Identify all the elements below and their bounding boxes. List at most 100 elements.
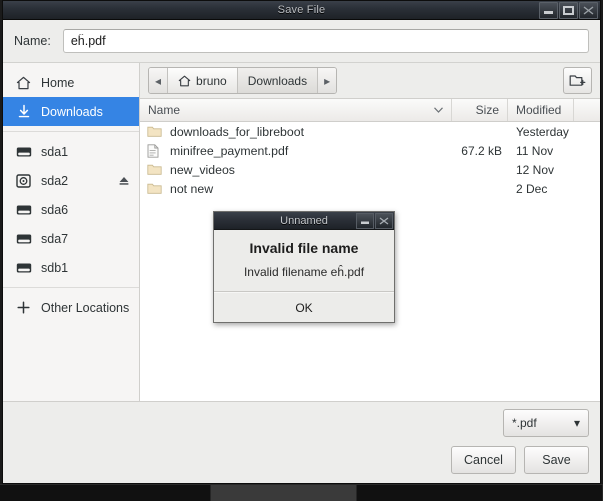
filename-row: Name: xyxy=(3,20,600,62)
modal-minimize-button[interactable] xyxy=(356,213,374,229)
download-icon xyxy=(15,104,32,120)
file-name-label: downloads_for_libreboot xyxy=(170,124,304,139)
home-icon xyxy=(178,75,191,87)
folder-icon xyxy=(147,163,163,176)
close-icon xyxy=(583,6,594,15)
window-title: Save File xyxy=(277,4,326,16)
column-header-name[interactable]: Name xyxy=(140,99,452,121)
maximize-button[interactable] xyxy=(559,2,578,19)
file-list-header: Name Size Modified xyxy=(140,99,600,122)
modal-heading: Invalid file name xyxy=(249,240,359,256)
file-filter-dropdown[interactable]: *.pdf ▾ xyxy=(503,409,589,437)
sidebar-item-label: sda7 xyxy=(41,231,69,246)
sidebar-item-label: Other Locations xyxy=(41,300,130,315)
chevron-down-icon: ▾ xyxy=(573,416,580,430)
file-filter-label: *.pdf xyxy=(512,416,537,430)
column-header-label: Modified xyxy=(516,103,562,117)
sidebar-item-home[interactable]: Home xyxy=(3,68,139,97)
modal-close-button[interactable] xyxy=(375,213,393,229)
window-titlebar: Save File xyxy=(3,1,600,20)
modal-window-controls xyxy=(356,213,393,229)
folder-icon xyxy=(147,182,163,195)
drive-harddisk-icon xyxy=(15,144,32,160)
folder-icon xyxy=(147,125,163,138)
sidebar-item-sda2[interactable]: sda2 xyxy=(3,166,139,195)
sidebar-item-other-locations[interactable]: Other Locations xyxy=(3,293,139,322)
places-sidebar: Home Downloads sda1 sda2 sda6 sda7 sdb1 … xyxy=(3,63,140,401)
breadcrumb-label: Downloads xyxy=(247,73,308,88)
sidebar-item-label: sdb1 xyxy=(41,260,69,275)
sidebar-item-label: sda1 xyxy=(41,144,69,159)
column-header-spacer xyxy=(574,99,600,121)
breadcrumb-item-downloads[interactable]: Downloads xyxy=(237,68,319,93)
file-name-label: not new xyxy=(170,181,214,196)
maximize-icon xyxy=(563,6,574,15)
modal-title: Unnamed xyxy=(280,214,328,227)
table-row[interactable]: downloads_for_libreboot Yesterday xyxy=(140,122,600,141)
file-modified-cell: 12 Nov xyxy=(516,162,555,177)
document-icon xyxy=(147,143,163,158)
sidebar-item-sda7[interactable]: sda7 xyxy=(3,224,139,253)
modal-titlebar: Unnamed xyxy=(214,212,394,230)
save-file-window: Save File Name: eĥ.pdf Home Downloads sd… xyxy=(2,0,601,484)
sidebar-item-sdb1[interactable]: sdb1 xyxy=(3,253,139,282)
column-header-size[interactable]: Size xyxy=(452,99,508,121)
modal-actions: OK xyxy=(214,292,394,322)
sidebar-item-label: sda2 xyxy=(41,173,69,188)
sidebar-separator-1 xyxy=(3,131,139,132)
file-name-cell: new_videos xyxy=(140,163,452,177)
eject-icon[interactable] xyxy=(117,175,131,186)
file-modified-cell: 2 Dec xyxy=(516,181,548,196)
taskbar-region-right[interactable] xyxy=(357,485,603,501)
breadcrumb-item-bruno[interactable]: bruno xyxy=(168,68,238,93)
breadcrumb-back-button[interactable]: ◂ xyxy=(149,68,169,93)
file-name-cell: minifree_payment.pdf xyxy=(140,144,452,158)
path-bar: ◂ bruno Downloads ▸ xyxy=(140,63,600,99)
file-modified-cell: 11 Nov xyxy=(516,143,554,158)
drive-harddisk-icon xyxy=(15,260,32,276)
close-icon xyxy=(379,217,389,225)
column-header-modified[interactable]: Modified xyxy=(508,99,574,121)
action-buttons: Cancel Save xyxy=(14,446,589,474)
file-modified-cell: Yesterday xyxy=(516,124,569,139)
save-button[interactable]: Save xyxy=(524,446,589,474)
table-row[interactable]: new_videos 12 Nov xyxy=(140,160,600,179)
taskbar-region-left[interactable] xyxy=(0,485,211,501)
column-header-label: Size xyxy=(475,103,499,117)
file-size-cell: 67.2 kB xyxy=(461,143,502,158)
cancel-button[interactable]: Cancel xyxy=(451,446,516,474)
modal-message: Invalid filename eĥ.pdf xyxy=(243,265,365,279)
minimize-icon xyxy=(544,11,553,14)
filename-input[interactable] xyxy=(62,29,589,53)
sidebar-item-sda6[interactable]: sda6 xyxy=(3,195,139,224)
sidebar-separator-2 xyxy=(3,287,139,288)
sidebar-item-downloads[interactable]: Downloads xyxy=(3,97,139,126)
modal-ok-button[interactable]: OK xyxy=(279,299,328,317)
breadcrumb-forward-button[interactable]: ▸ xyxy=(318,68,337,93)
screen: Save File Name: eĥ.pdf Home Downloads sd… xyxy=(0,0,603,501)
create-folder-button[interactable] xyxy=(563,67,592,94)
desktop-taskbar[interactable] xyxy=(0,484,603,501)
file-name-cell: downloads_for_libreboot xyxy=(140,125,452,139)
sidebar-item-label: sda6 xyxy=(41,202,69,217)
table-row[interactable]: not new 2 Dec xyxy=(140,179,600,198)
window-controls xyxy=(539,2,598,19)
breadcrumb: ◂ bruno Downloads ▸ xyxy=(148,67,338,94)
file-name-label: minifree_payment.pdf xyxy=(170,143,289,158)
close-button[interactable] xyxy=(579,2,598,19)
sidebar-item-label: Home xyxy=(41,75,75,90)
dialog-footer: *.pdf ▾ Cancel Save xyxy=(3,401,600,483)
breadcrumb-label: bruno xyxy=(196,73,227,88)
file-name-cell: not new xyxy=(140,182,452,196)
drive-optical-icon xyxy=(15,173,32,189)
sidebar-item-sda1[interactable]: sda1 xyxy=(3,137,139,166)
modal-content: Invalid file name Invalid filename eĥ.pd… xyxy=(214,230,394,292)
minimize-button[interactable] xyxy=(539,2,558,19)
chevron-down-icon xyxy=(434,107,443,113)
plus-icon xyxy=(15,300,32,316)
filename-label: Name: xyxy=(14,34,51,48)
create-folder-icon xyxy=(569,75,586,86)
table-row[interactable]: minifree_payment.pdf 67.2 kB 11 Nov xyxy=(140,141,600,160)
taskbar-region-active[interactable] xyxy=(211,485,357,501)
sidebar-item-label: Downloads xyxy=(41,104,103,119)
